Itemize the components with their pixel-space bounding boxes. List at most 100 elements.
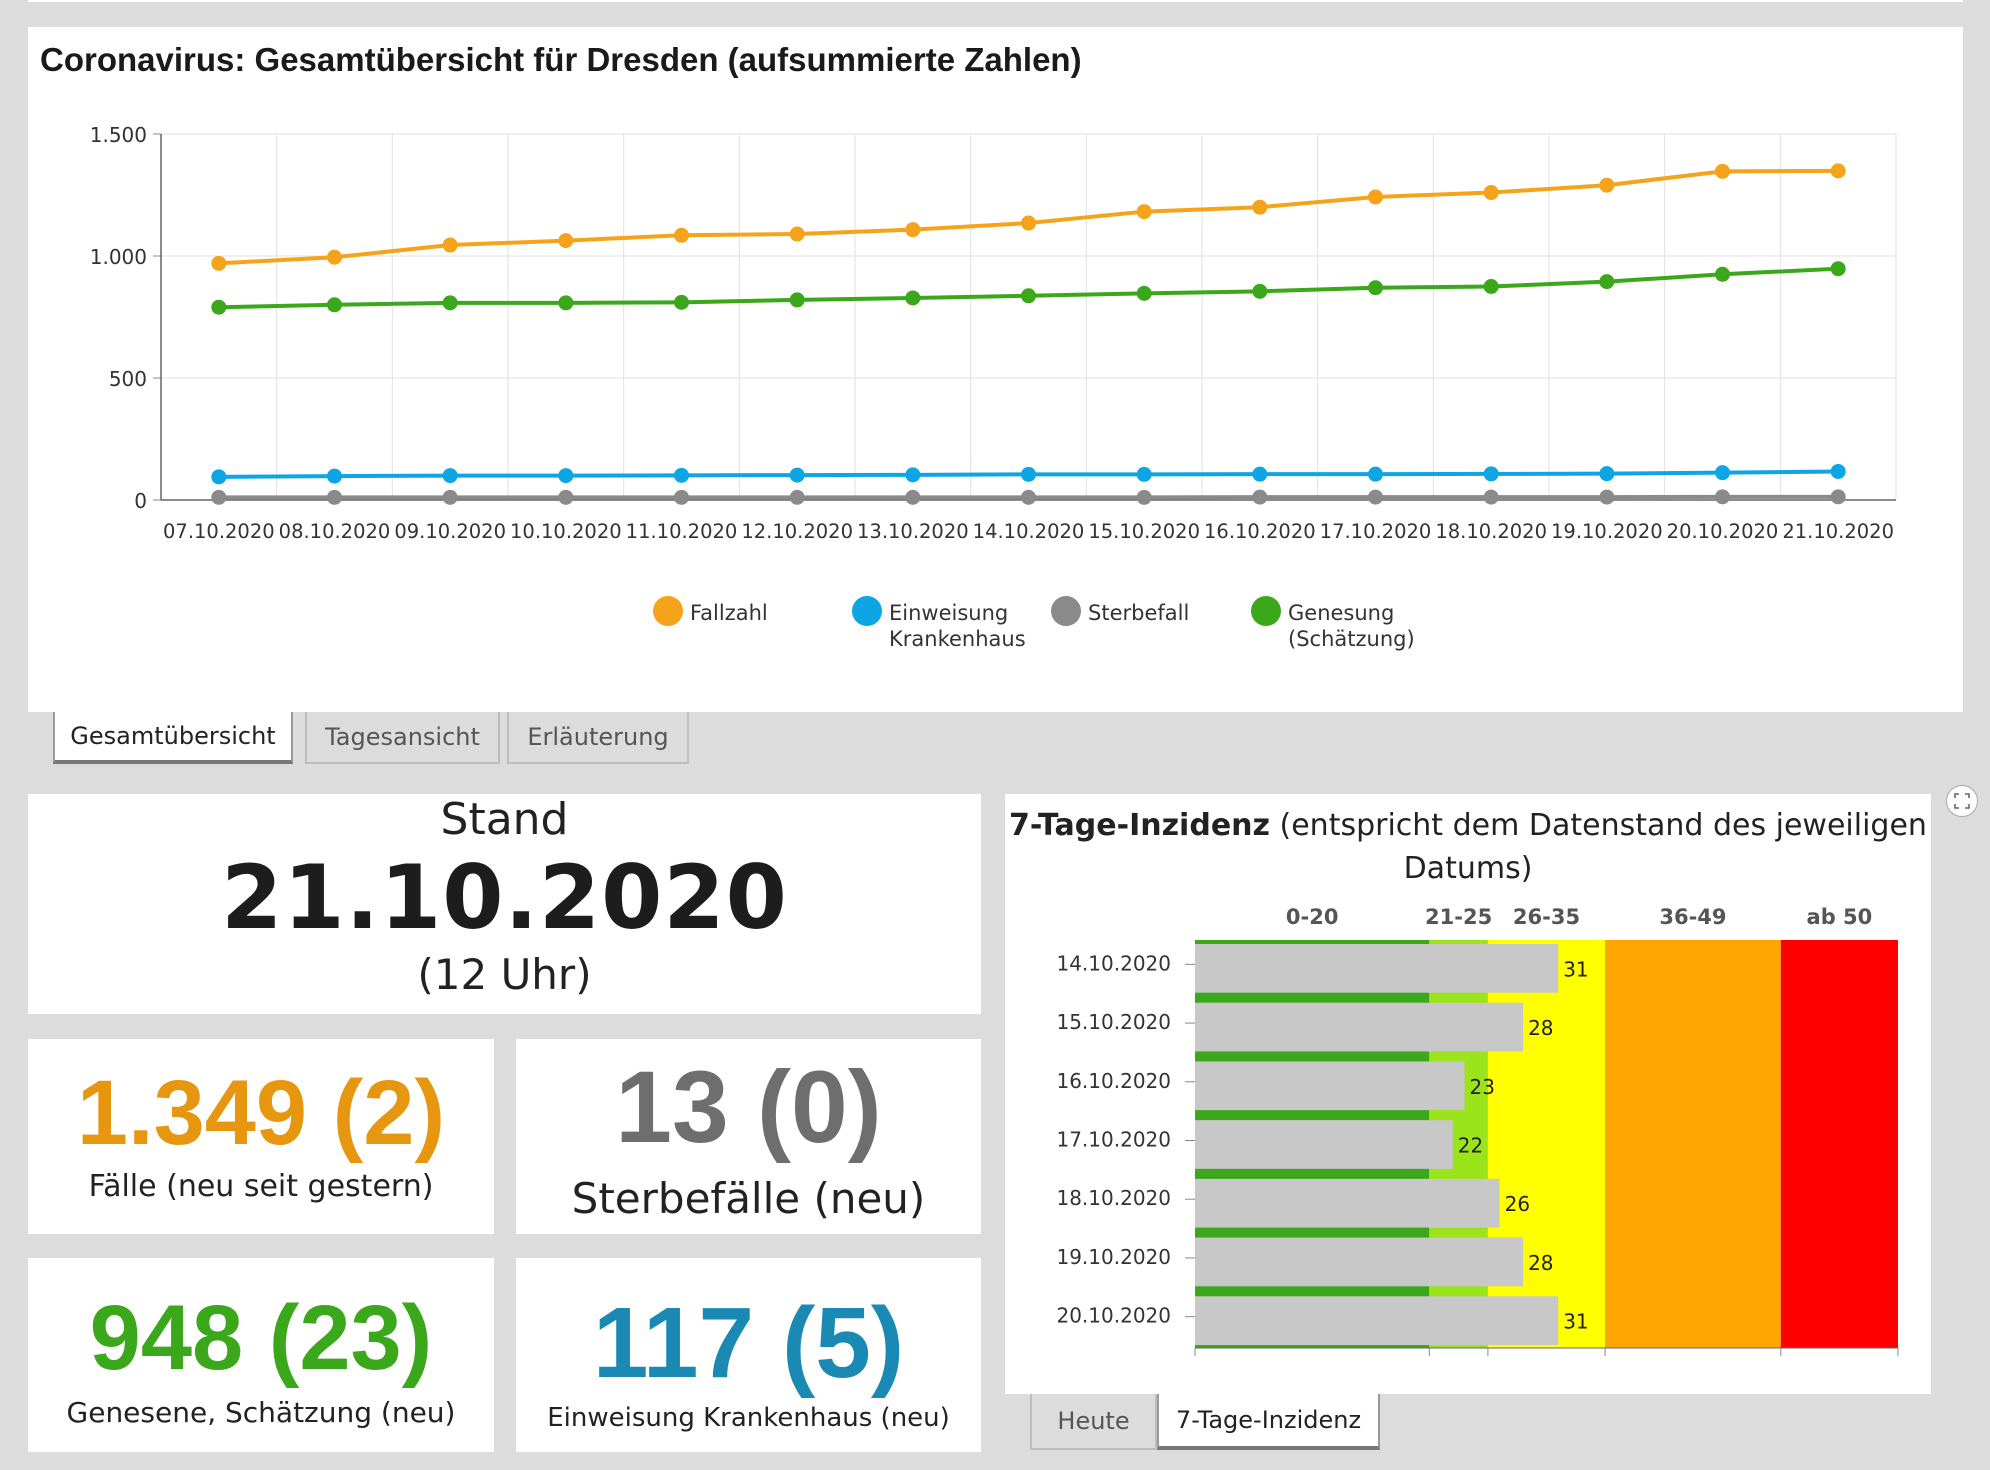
data-point: [674, 489, 689, 505]
data-point: [1252, 489, 1268, 505]
data-point: [327, 297, 342, 313]
data-point: [1715, 266, 1730, 282]
incidence-bar: [1195, 1002, 1524, 1052]
tab-tagesansicht[interactable]: Tagesansicht: [305, 712, 500, 764]
incidence-panel: 7-Tage-Inzidenz (entspricht dem Datensta…: [1005, 794, 1931, 1394]
data-point: [1252, 283, 1268, 299]
x-tick-label: 15.10.2020: [1088, 520, 1200, 543]
data-point: [1599, 466, 1615, 482]
data-point: [674, 294, 689, 310]
data-point: [1483, 489, 1499, 505]
deaths-value: 13 (0): [615, 1050, 882, 1164]
data-point: [1252, 466, 1268, 482]
data-point: [1599, 489, 1615, 505]
data-point: [1830, 489, 1846, 505]
category-label: 17.10.2020: [1056, 1128, 1171, 1152]
band-label: ab 50: [1807, 905, 1873, 929]
expand-icon-glyph: [1954, 793, 1970, 809]
y-tick-label: 1.500: [90, 123, 147, 147]
incidence-bar-chart: 0-20 21-25 26-35 36-49 ab 50 31 14.10.2020 28 15…: [1056, 905, 1899, 1356]
legend-label: Genesung: [1288, 601, 1394, 625]
data-point: [1368, 280, 1383, 296]
x-tick-label: 14.10.2020: [973, 520, 1085, 543]
legend-label: Sterbefall: [1088, 601, 1189, 625]
data-point: [1599, 274, 1615, 290]
data-point: [905, 222, 921, 238]
data-point: [789, 226, 805, 242]
data-point: [1021, 215, 1036, 231]
legend-label: Fallzahl: [690, 601, 768, 625]
top-strip: [28, 0, 1963, 2]
band-26-35: [1487, 940, 1606, 1348]
incidence-bar: [1195, 1178, 1500, 1228]
tab-7-tage-inzidenz[interactable]: 7-Tage-Inzidenz: [1157, 1394, 1380, 1450]
x-tick-label: 07.10.2020: [163, 520, 275, 543]
deaths-card: 13 (0) Sterbefälle (neu): [516, 1039, 981, 1234]
legend-marker: [852, 596, 882, 626]
legend-marker: [653, 596, 683, 626]
expand-icon[interactable]: [1946, 785, 1978, 817]
legend-marker: [1051, 596, 1081, 626]
tab-heute[interactable]: Heute: [1030, 1394, 1157, 1450]
x-tick-label: 11.10.2020: [626, 520, 738, 543]
data-point: [1252, 199, 1268, 215]
incidence-bar: [1195, 1061, 1465, 1111]
data-point: [1715, 489, 1730, 505]
data-point: [558, 233, 574, 249]
bar-value-label: 23: [1469, 1075, 1494, 1099]
data-point: [789, 467, 805, 483]
deaths-label: Sterbefälle (neu): [571, 1174, 926, 1223]
hospital-value: 117 (5): [592, 1287, 905, 1399]
tab-erlaeuterung[interactable]: Erläuterung: [507, 712, 689, 764]
incidence-bar: [1195, 944, 1559, 993]
category-label: 19.10.2020: [1056, 1245, 1171, 1269]
data-point: [1021, 466, 1036, 482]
data-point: [1599, 177, 1615, 193]
cumulative-chart-panel: Coronavirus: Gesamtübersicht für Dresden…: [28, 27, 1963, 712]
data-point: [327, 489, 342, 505]
recovered-value: 948 (23): [89, 1287, 433, 1389]
data-point: [1136, 204, 1152, 220]
data-point: [674, 467, 689, 483]
x-tick-label: 08.10.2020: [279, 520, 391, 543]
data-point: [789, 292, 805, 308]
band-ab-50: [1780, 940, 1898, 1348]
data-point: [558, 489, 574, 505]
x-tick-label: 09.10.2020: [394, 520, 506, 543]
data-point: [905, 290, 921, 306]
y-tick-label: 0: [134, 489, 147, 513]
data-point: [211, 255, 227, 271]
legend-label: Krankenhaus: [889, 627, 1026, 651]
stand-date: 21.10.2020: [221, 846, 788, 949]
bar-value-label: 26: [1505, 1192, 1530, 1216]
data-point: [1483, 466, 1499, 482]
stand-time: (12 Uhr): [417, 950, 592, 999]
bar-value-label: 28: [1528, 1016, 1553, 1040]
category-label: 18.10.2020: [1056, 1186, 1171, 1210]
bar-value-label: 31: [1563, 1310, 1588, 1334]
cumulative-line-chart: 0 500 1.000 1.500 07.10.2020 08.10.2020 09.10.…: [90, 123, 1897, 651]
x-tick-label: 13.10.2020: [857, 520, 969, 543]
category-label: 14.10.2020: [1056, 951, 1171, 975]
incidence-bar: [1195, 1120, 1453, 1169]
data-point: [558, 295, 574, 311]
legend-label: (Schätzung): [1288, 627, 1415, 651]
tab-gesamtuebersicht[interactable]: Gesamtübersicht: [53, 712, 293, 764]
bar-value-label: 22: [1458, 1134, 1483, 1158]
x-tick-label: 12.10.2020: [741, 520, 853, 543]
bar-value-label: 28: [1528, 1251, 1553, 1275]
data-point: [1368, 189, 1383, 205]
data-point: [789, 489, 805, 505]
band-36-49: [1605, 940, 1781, 1348]
data-point: [1715, 163, 1730, 179]
incidence-bar: [1195, 1296, 1559, 1345]
band-label: 36-49: [1659, 905, 1726, 929]
data-point: [1136, 285, 1152, 301]
data-point: [1715, 465, 1730, 481]
data-point: [905, 489, 921, 505]
data-point: [1483, 185, 1499, 201]
x-tick-label: 21.10.2020: [1782, 520, 1894, 543]
data-point: [1830, 261, 1846, 277]
cases-label: Fälle (neu seit gestern): [88, 1169, 434, 1204]
data-point: [1830, 163, 1846, 179]
